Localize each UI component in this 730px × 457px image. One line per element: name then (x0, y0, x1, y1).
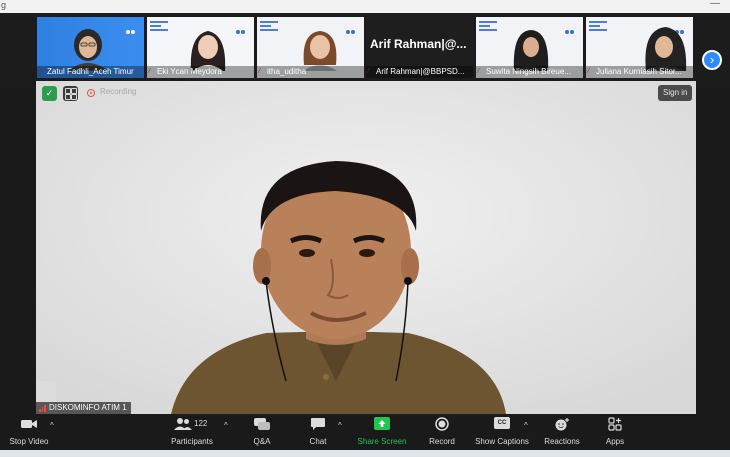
participant-video-icon (68, 29, 108, 71)
taskbar-edge (0, 450, 730, 457)
participant-tile[interactable]: ⁄ Eki Ycan Meydora (147, 17, 254, 78)
main-video[interactable]: ✓ Recording Sign in DISKOMINFO ATIM 1 (36, 81, 696, 414)
participant-tile[interactable]: ⁄ itha_uditha (257, 17, 364, 78)
share-screen-icon (374, 417, 390, 430)
participants-count: 122 (194, 419, 208, 428)
window-title: g (1, 0, 7, 10)
participant-video-icon (190, 31, 226, 71)
reactions-button[interactable]: Reactions (542, 417, 582, 446)
qa-button[interactable]: Q&A (248, 417, 276, 446)
audio-level-icon (39, 405, 47, 412)
minimize-button[interactable]: — (710, 0, 720, 9)
share-screen-label: Share Screen (357, 437, 407, 446)
chat-icon (311, 418, 325, 430)
apps-label: Apps (605, 437, 625, 446)
recording-status: Recording (100, 87, 137, 96)
participant-name: Zatul Fadhli_Aceh Timur (37, 66, 144, 78)
reactions-smiley-icon (555, 418, 569, 431)
participant-tile[interactable]: ⁄ Suwita Ningsih Bireue... (476, 17, 583, 78)
sign-in-button[interactable]: Sign in (658, 85, 693, 101)
record-button[interactable]: Record (426, 417, 458, 446)
participants-label: Participants (171, 437, 213, 446)
chat-label: Chat (309, 437, 327, 446)
participant-tile[interactable]: ⁄ Zatul Fadhli_Aceh Timur (37, 17, 144, 78)
captions-options-caret-icon[interactable]: ^ (524, 421, 528, 430)
video-options-caret-icon[interactable]: ^ (50, 421, 54, 430)
participant-name: Suwita Ningsih Bireue... (476, 66, 583, 78)
stop-video-label: Stop Video (9, 437, 49, 446)
participant-name: itha_uditha (257, 66, 364, 78)
speaker-video-icon (36, 81, 696, 414)
participants-options-caret-icon[interactable]: ^ (224, 421, 228, 430)
next-page-button[interactable]: › (702, 50, 722, 70)
participant-display-name: Arif Rahman|@... (370, 37, 467, 51)
security-shield-icon[interactable]: ✓ (42, 86, 57, 101)
participant-video-icon (513, 30, 549, 71)
participant-tile[interactable]: ⁄ Juliana Kurniasih Sitor... (586, 17, 693, 78)
qa-label: Q&A (253, 437, 271, 446)
show-captions-label: Show Captions (475, 437, 529, 446)
share-screen-button[interactable]: Share Screen (356, 417, 408, 446)
chat-button[interactable]: Chat (304, 417, 332, 446)
participant-strip: ⁄ Zatul Fadhli_Aceh Timur ⁄ Eki Ycan Mey… (0, 13, 730, 81)
recording-icon (87, 89, 95, 97)
video-camera-icon (21, 420, 37, 428)
meeting-toolbar: Stop Video ^ 122 Participants ^ Q&A Chat (0, 414, 730, 450)
participants-icon (174, 418, 192, 430)
participant-video-icon (644, 27, 687, 71)
reactions-label: Reactions (544, 437, 580, 446)
participant-tile[interactable]: Arif Rahman|@... ⁄ Arif Rahman|@BBPSD... (366, 17, 473, 78)
window-title-bar: g — (0, 0, 730, 13)
participants-button[interactable]: 122 Participants (167, 417, 217, 446)
participant-name: Eki Ycan Meydora (147, 66, 254, 78)
apps-icon (608, 417, 622, 431)
show-captions-button[interactable]: CC Show Captions (472, 417, 532, 446)
speaker-name: DISKOMINFO ATIM 1 (49, 403, 127, 412)
closed-captions-icon: CC (494, 417, 510, 429)
record-label: Record (429, 437, 455, 446)
apps-button[interactable]: Apps (602, 417, 628, 446)
qa-icon (254, 418, 270, 430)
participant-name: Arif Rahman|@BBPSD... (366, 66, 473, 78)
participant-video-icon (303, 31, 337, 71)
chat-options-caret-icon[interactable]: ^ (338, 421, 342, 430)
speaker-name-label: DISKOMINFO ATIM 1 (36, 402, 131, 414)
stop-video-button[interactable]: Stop Video (6, 417, 52, 446)
view-grid-icon[interactable] (63, 86, 78, 101)
participant-name: Juliana Kurniasih Sitor... (586, 66, 693, 78)
record-icon (435, 417, 449, 431)
